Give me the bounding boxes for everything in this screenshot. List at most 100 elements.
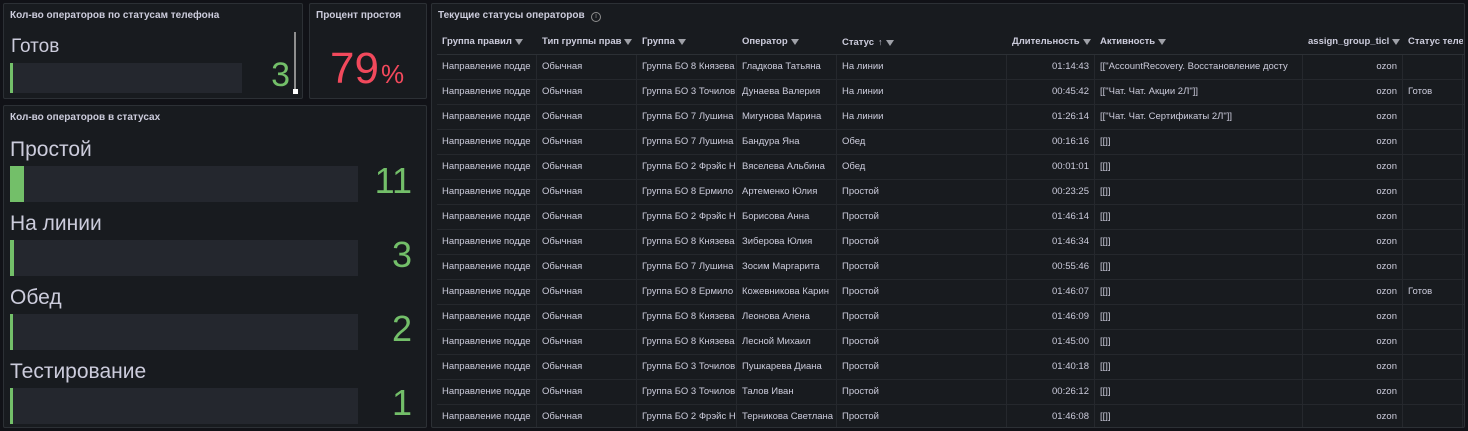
table-cell: Бандура Яна — [737, 130, 837, 154]
filter-icon[interactable] — [790, 39, 799, 45]
table-cell: Обычная — [537, 305, 637, 329]
filter-icon[interactable] — [885, 40, 894, 46]
table-row[interactable]: Направление подде Обычная Группа БО 3 Точи… — [437, 380, 1464, 405]
table-row[interactable]: Направление подде Обычная Группа БО 7 Луши… — [437, 130, 1464, 155]
table-row[interactable]: Направление подде Обычная Группа БО 8 Княз… — [437, 330, 1464, 355]
table-cell: Группа БО 3 Точилов — [637, 80, 737, 104]
table-cell: Обычная — [537, 355, 637, 379]
table-cell — [1403, 330, 1463, 354]
filter-icon[interactable] — [677, 39, 686, 45]
table-cell: ozon — [1303, 355, 1403, 379]
status-row: Тестирование 1 — [4, 360, 426, 427]
table-cell: ozon — [1303, 380, 1403, 404]
filter-icon[interactable] — [1392, 39, 1401, 45]
table-cell: Группа БО 2 Фрэйс Н — [637, 155, 737, 179]
column-header[interactable]: Статус ↑ — [837, 30, 1007, 54]
table-cell: ozon — [1303, 330, 1403, 354]
gauge-bar — [10, 240, 358, 276]
table-cell: Направление подде — [437, 105, 537, 129]
gauge-fill — [10, 166, 24, 202]
table-row[interactable]: Направление подде Обычная Группа БО 2 Фрэй… — [437, 205, 1464, 230]
column-header[interactable]: Группа — [637, 30, 737, 54]
table-cell: Направление подде — [437, 80, 537, 104]
table-cell: Зосим Маргарита — [737, 255, 837, 279]
table-cell: Группа БО 8 Князева — [637, 305, 737, 329]
gauge-bar — [10, 166, 358, 202]
column-header[interactable]: Длительность — [1007, 30, 1095, 54]
table-cell: Группа БО 8 Ермило — [637, 180, 737, 204]
filter-icon[interactable] — [624, 39, 633, 45]
status-row: Простой 11 — [4, 138, 426, 212]
column-header-label: Длительность — [1012, 36, 1080, 47]
table-cell: Вяселева Альбина — [737, 155, 837, 179]
table-cell: Готов — [1403, 280, 1463, 304]
table-cell: Простой — [837, 305, 1007, 329]
status-count: 3 — [391, 234, 412, 275]
table-row[interactable]: Направление подде Обычная Группа БО 8 Ерми… — [437, 180, 1464, 205]
table-row[interactable]: Направление подде Обычная Группа БО 3 Точи… — [437, 355, 1464, 380]
table-cell: Обычная — [537, 80, 637, 104]
table-cell — [1403, 355, 1463, 379]
filter-icon[interactable] — [514, 39, 523, 45]
table-row[interactable]: Направление подде Обычная Группа БО 7 Луши… — [437, 255, 1464, 280]
status-row: Обед 2 — [4, 286, 426, 360]
table-cell: ozon — [1303, 205, 1403, 229]
table-cell: Группа БО 2 Фрэйс Н — [637, 405, 737, 427]
table-cell: [[]] — [1095, 180, 1303, 204]
column-header[interactable]: Оператор — [737, 30, 837, 54]
table-row[interactable]: Направление подде Обычная Группа БО 3 Точи… — [437, 80, 1464, 105]
table-cell: На линии — [837, 55, 1007, 79]
table-row[interactable]: Направление подде Обычная Группа БО 8 Княз… — [437, 305, 1464, 330]
table-cell: [[]] — [1095, 305, 1303, 329]
status-count: 11 — [374, 160, 412, 201]
operators-table: Группа правил Тип группы прав Группа Операт… — [437, 30, 1464, 427]
table-cell: 00:23:25 — [1007, 180, 1095, 204]
table-row[interactable]: Направление подде Обычная Группа БО 2 Фрэй… — [437, 155, 1464, 180]
column-header[interactable]: Группа правил — [437, 30, 537, 54]
column-header[interactable]: Тип группы прав — [537, 30, 637, 54]
column-header[interactable]: Активность — [1095, 30, 1303, 54]
table-cell: 00:55:46 — [1007, 255, 1095, 279]
table-cell: Направление подде — [437, 55, 537, 79]
table-cell — [1403, 305, 1463, 329]
table-cell — [1403, 255, 1463, 279]
table-cell: Обычная — [537, 380, 637, 404]
table-cell: Направление подде — [437, 405, 537, 427]
filter-icon[interactable] — [1082, 39, 1091, 45]
table-cell: [[]] — [1095, 330, 1303, 354]
table-cell: ozon — [1303, 80, 1403, 104]
table-cell: Обычная — [537, 155, 637, 179]
info-icon[interactable]: i — [591, 12, 601, 22]
status-count: 1 — [391, 382, 412, 423]
table-row[interactable]: Направление подде Обычная Группа БО 8 Княз… — [437, 230, 1464, 255]
table-row[interactable]: Направление подде Обычная Группа БО 7 Луши… — [437, 105, 1464, 130]
table-cell: Простой — [837, 230, 1007, 254]
column-header-label: Статус — [842, 37, 875, 48]
table-cell — [1403, 405, 1463, 427]
sort-asc-icon[interactable]: ↑ — [878, 37, 883, 47]
resize-handle[interactable] — [293, 89, 298, 94]
column-header-label: Статус теле — [1408, 36, 1463, 47]
column-header[interactable]: Статус теле — [1403, 30, 1463, 54]
table-cell: Группа БО 3 Точилов — [637, 355, 737, 379]
panel-title: Кол-во операторов в статусах — [10, 112, 161, 123]
table-cell: Борисова Анна — [737, 205, 837, 229]
table-row[interactable]: Направление подде Обычная Группа БО 8 Княз… — [437, 55, 1464, 80]
table-row[interactable]: Направление подде Обычная Группа БО 8 Ерми… — [437, 280, 1464, 305]
filter-icon[interactable] — [1158, 39, 1167, 45]
scrollbar[interactable] — [294, 32, 296, 90]
status-count: 3 — [271, 56, 290, 94]
table-cell: ozon — [1303, 230, 1403, 254]
table-cell: ozon — [1303, 405, 1403, 427]
status-label: Обед — [10, 286, 62, 309]
gauge-fill — [10, 314, 13, 350]
table-cell: Простой — [837, 280, 1007, 304]
table-cell: Направление подде — [437, 205, 537, 229]
table-row[interactable]: Направление подде Обычная Группа БО 2 Фрэй… — [437, 405, 1464, 427]
table-cell: [["AccountRecovery. Восстановление досту — [1095, 55, 1303, 79]
table-cell: Группа БО 7 Лушина — [637, 130, 737, 154]
table-cell: Простой — [837, 405, 1007, 427]
column-header[interactable]: assign_group_ticl — [1303, 30, 1403, 54]
table-cell: 01:46:08 — [1007, 405, 1095, 427]
table-cell: Терникова Светлана — [737, 405, 837, 427]
